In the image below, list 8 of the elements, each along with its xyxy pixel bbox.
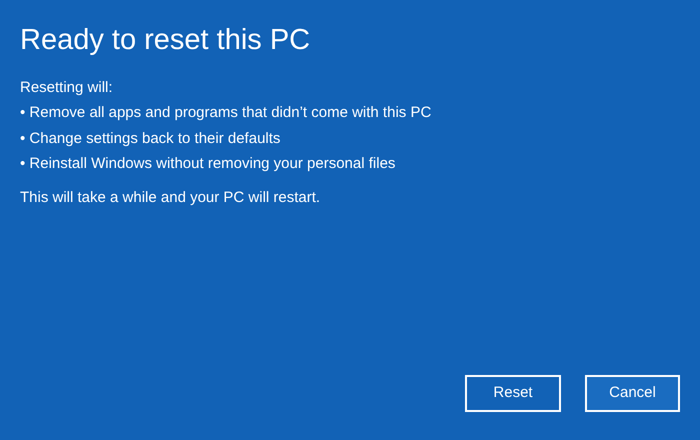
dialog-title: Ready to reset this PC (20, 23, 312, 58)
restart-note: This will take a while and your PC will restart. (20, 188, 322, 208)
reset-button[interactable]: Reset (465, 375, 561, 412)
bullet-item: • Change settings back to their defaults (20, 128, 282, 148)
bullet-item: • Remove all apps and programs that didn’t come with this PC (20, 103, 432, 123)
intro-text: Resetting will: (20, 78, 114, 98)
bullet-item: • Reinstall Windows without removing your personal files (20, 154, 396, 174)
cancel-button[interactable]: Cancel (585, 375, 680, 412)
